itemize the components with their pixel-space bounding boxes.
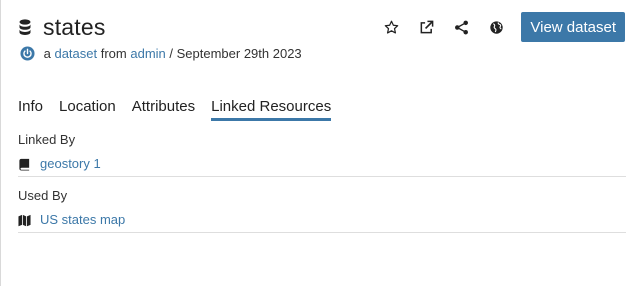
tab-attributes[interactable]: Attributes bbox=[132, 98, 195, 121]
external-link-icon[interactable] bbox=[418, 19, 434, 35]
meta-prefix: a bbox=[40, 46, 55, 61]
list-item[interactable]: US states map bbox=[18, 212, 626, 233]
resource-type-link[interactable]: dataset bbox=[54, 46, 97, 61]
linked-by-label: Linked By bbox=[18, 132, 76, 147]
tab-linked-resources[interactable]: Linked Resources bbox=[211, 98, 332, 121]
header-actions: View dataset bbox=[364, 12, 625, 42]
power-icon bbox=[20, 46, 35, 61]
book-icon bbox=[19, 158, 30, 171]
tab-location[interactable]: Location bbox=[59, 98, 116, 121]
panel-frame: states View dataset a dataset from admin… bbox=[0, 0, 637, 286]
linked-resource-link[interactable]: geostory 1 bbox=[40, 156, 101, 171]
meta-from: from bbox=[97, 46, 131, 61]
tab-info[interactable]: Info bbox=[18, 98, 43, 121]
page-title: states bbox=[43, 13, 106, 40]
resource-meta: a dataset from admin / September 29th 20… bbox=[20, 46, 302, 61]
owner-link[interactable]: admin bbox=[130, 46, 165, 61]
meta-date: / September 29th 2023 bbox=[165, 46, 302, 61]
used-by-label: Used By bbox=[18, 188, 68, 203]
map-icon bbox=[18, 214, 31, 227]
tab-bar: Info Location Attributes Linked Resource… bbox=[18, 98, 347, 121]
list-item[interactable]: geostory 1 bbox=[18, 156, 626, 177]
database-icon bbox=[19, 19, 31, 35]
star-icon[interactable] bbox=[383, 19, 399, 35]
view-dataset-button[interactable]: View dataset bbox=[521, 12, 625, 42]
resource-header: states View dataset bbox=[18, 12, 625, 42]
share-icon[interactable] bbox=[453, 19, 469, 35]
globe-icon[interactable] bbox=[488, 19, 504, 35]
used-by-resource-link[interactable]: US states map bbox=[40, 212, 125, 227]
